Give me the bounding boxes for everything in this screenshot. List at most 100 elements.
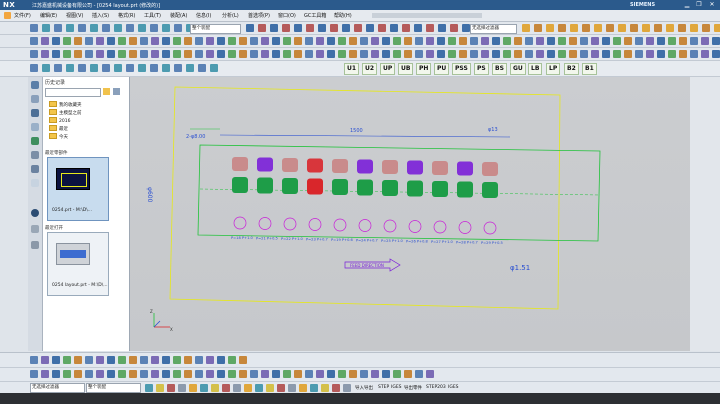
tool-icon[interactable] (63, 50, 71, 58)
tool-icon[interactable] (546, 24, 554, 32)
tool-icon[interactable] (250, 370, 258, 378)
macro-button-b2[interactable]: B2 (564, 63, 579, 75)
tool-icon[interactable] (360, 370, 368, 378)
tool-icon[interactable] (222, 384, 230, 392)
graphics-window[interactable]: 1500 2-φ8.00 φ13 φ600 φ1.51 P=18 P+1.0 P=… (130, 77, 690, 351)
tool-icon[interactable] (206, 370, 214, 378)
tool-icon[interactable] (702, 24, 710, 32)
tool-icon[interactable] (668, 50, 676, 58)
tool-icon[interactable] (173, 356, 181, 364)
tool-icon[interactable] (426, 370, 434, 378)
tool-icon[interactable] (657, 37, 665, 45)
tool-icon[interactable] (714, 24, 720, 32)
tool-icon[interactable] (525, 50, 533, 58)
tool-icon[interactable] (415, 50, 423, 58)
tool-icon[interactable] (90, 64, 98, 72)
tool-icon[interactable] (258, 24, 266, 32)
tool-icon[interactable] (129, 50, 137, 58)
macro-button-u1[interactable]: U1 (344, 63, 360, 75)
tool-icon[interactable] (78, 24, 86, 32)
tool-icon[interactable] (678, 24, 686, 32)
tool-icon[interactable] (228, 370, 236, 378)
tool-icon[interactable] (448, 50, 456, 58)
tool-icon[interactable] (437, 37, 445, 45)
tool-icon[interactable] (470, 37, 478, 45)
tool-icon[interactable] (246, 24, 254, 32)
step203-button[interactable]: STEP203 (426, 385, 446, 390)
tool-icon[interactable] (255, 384, 263, 392)
palette-icon[interactable] (31, 225, 39, 233)
tool-icon[interactable] (283, 370, 291, 378)
tool-icon[interactable] (316, 370, 324, 378)
tree-item[interactable]: 今天 (49, 133, 68, 141)
close-button[interactable]: ✕ (707, 1, 717, 9)
tool-icon[interactable] (613, 50, 621, 58)
tool-icon[interactable] (679, 50, 687, 58)
tool-icon[interactable] (646, 50, 654, 58)
tool-icon[interactable] (96, 50, 104, 58)
menu-gc-toolkit[interactable]: GC工具箱 (304, 12, 326, 19)
tool-icon[interactable] (338, 370, 346, 378)
tool-icon[interactable] (450, 24, 458, 32)
tool-icon[interactable] (666, 24, 674, 32)
tool-icon[interactable] (195, 356, 203, 364)
tool-icon[interactable] (402, 24, 410, 32)
tool-icon[interactable] (173, 37, 181, 45)
tool-icon[interactable] (272, 50, 280, 58)
tool-icon[interactable] (288, 384, 296, 392)
part-navigator-icon[interactable] (31, 109, 39, 117)
tool-icon[interactable] (580, 50, 588, 58)
tool-icon[interactable] (74, 50, 82, 58)
tool-icon[interactable] (118, 370, 126, 378)
tool-icon[interactable] (151, 370, 159, 378)
tree-item[interactable]: 2016 (49, 117, 70, 125)
tool-icon[interactable] (558, 50, 566, 58)
tool-icon[interactable] (173, 50, 181, 58)
system-scenes-icon[interactable] (31, 179, 39, 187)
tool-icon[interactable] (150, 64, 158, 72)
tool-icon[interactable] (174, 24, 182, 32)
tree-item[interactable]: 最近 (49, 125, 68, 133)
tool-icon[interactable] (426, 37, 434, 45)
tool-icon[interactable] (74, 370, 82, 378)
tool-icon[interactable] (591, 50, 599, 58)
tool-icon[interactable] (184, 50, 192, 58)
tool-icon[interactable] (426, 50, 434, 58)
tool-icon[interactable] (63, 370, 71, 378)
macro-button-gu[interactable]: GU (510, 63, 526, 75)
tool-icon[interactable] (126, 24, 134, 32)
view-mode-icon[interactable] (113, 88, 120, 95)
tool-icon[interactable] (438, 24, 446, 32)
tool-icon[interactable] (217, 50, 225, 58)
tool-icon[interactable] (558, 37, 566, 45)
tool-icon[interactable] (90, 24, 98, 32)
tool-icon[interactable] (96, 370, 104, 378)
macro-button-up[interactable]: UP (380, 63, 396, 75)
tool-icon[interactable] (107, 356, 115, 364)
tool-icon[interactable] (107, 50, 115, 58)
tool-icon[interactable] (173, 370, 181, 378)
tool-icon[interactable] (327, 370, 335, 378)
tool-icon[interactable] (174, 64, 182, 72)
tool-icon[interactable] (233, 384, 241, 392)
tool-icon[interactable] (140, 356, 148, 364)
tool-icon[interactable] (140, 37, 148, 45)
selection-filter-combo[interactable]: 无选择过滤器 (470, 24, 517, 34)
tool-icon[interactable] (690, 50, 698, 58)
tool-icon[interactable] (244, 384, 252, 392)
tool-icon[interactable] (668, 37, 676, 45)
tool-icon[interactable] (481, 37, 489, 45)
tool-icon[interactable] (118, 356, 126, 364)
tool-icon[interactable] (613, 37, 621, 45)
tool-icon[interactable] (712, 50, 720, 58)
start-icon[interactable] (4, 12, 11, 19)
tool-icon[interactable] (78, 64, 86, 72)
iges-export-button[interactable]: IGES (448, 385, 459, 390)
tool-icon[interactable] (162, 24, 170, 32)
tool-icon[interactable] (305, 50, 313, 58)
tool-icon[interactable] (492, 50, 500, 58)
tool-icon[interactable] (481, 50, 489, 58)
tool-icon[interactable] (118, 37, 126, 45)
macro-button-u2[interactable]: U2 (362, 63, 378, 75)
tool-icon[interactable] (41, 37, 49, 45)
